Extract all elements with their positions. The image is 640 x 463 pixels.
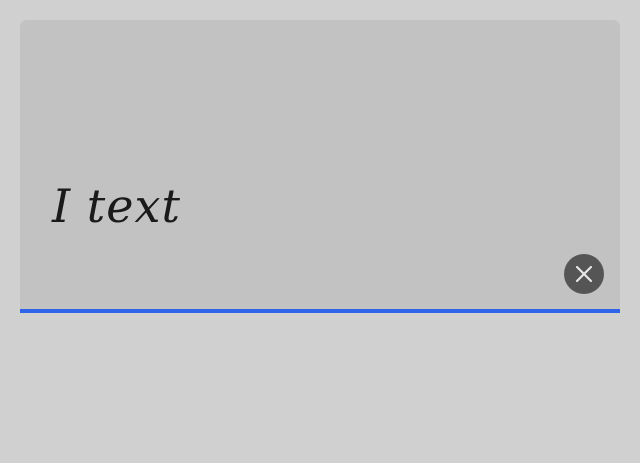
text-field-value[interactable]: I text <box>52 183 181 229</box>
close-icon <box>574 264 594 284</box>
clear-button[interactable] <box>564 254 604 294</box>
focus-underline <box>20 309 620 313</box>
text-field[interactable]: I text <box>20 20 620 313</box>
